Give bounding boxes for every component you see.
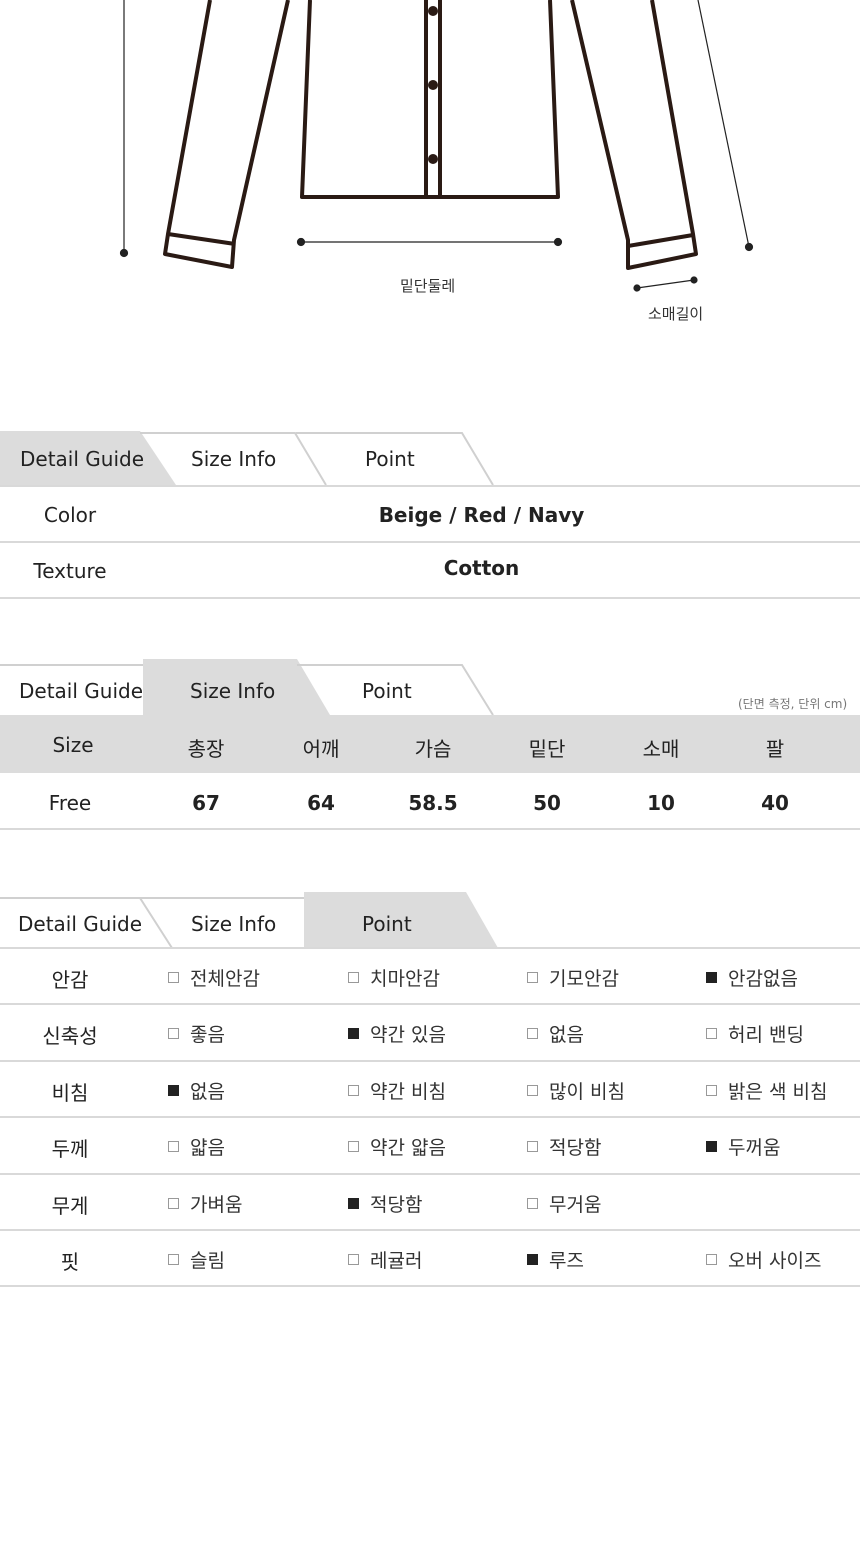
checked-box-icon [706,1141,717,1153]
point-option-label: 약간 비침 [370,1080,446,1103]
point-row-label: 무게 [51,1193,89,1218]
divider [0,947,860,949]
unchecked-box-icon [706,1028,717,1040]
unchecked-box-icon [348,972,359,983]
size-header-cell: 총장 [187,737,225,761]
tabbar-detail: Detail Guide Size Info Point [0,431,860,487]
point-option-label: 약간 얇음 [370,1137,446,1160]
point-option-label: 전체안감 [190,968,260,990]
size-value-cell: 58.5 [408,791,458,815]
point-option-label: 두꺼움 [728,1137,781,1160]
unchecked-box-icon [706,1254,717,1265]
point-option-label: 얇음 [190,1137,225,1160]
divider [0,1059,860,1062]
divider [0,541,860,543]
tab-detail-guide[interactable]: Detail Guide [20,447,144,471]
sleeve-length-label: 소매길이 [648,305,704,323]
divider [0,485,860,487]
unchecked-box-icon [168,1141,179,1153]
unchecked-box-icon [527,1028,538,1040]
point-option-label: 레귤러 [370,1250,423,1272]
tab-point[interactable]: Point [362,912,412,936]
point-option-label: 없음 [190,1080,225,1103]
divider [0,1172,860,1175]
size-value-cell: 50 [533,791,561,815]
point-option-label: 적당함 [549,1137,602,1160]
size-header-cell: 밑단 [528,737,566,761]
unchecked-box-icon [527,972,538,983]
tab-point[interactable]: Point [365,447,415,471]
size-value-cell: Free [48,791,92,815]
size-header-cell: Size [52,733,94,757]
checked-box-icon [706,972,717,983]
unchecked-box-icon [168,1028,179,1040]
size-value-cell: 40 [761,791,789,815]
point-option-label: 없음 [549,1024,584,1047]
size-value-cell: 10 [647,791,675,815]
tab-point[interactable]: Point [362,679,412,703]
size-value-cell: 64 [307,791,335,815]
unchecked-box-icon [527,1197,538,1209]
unchecked-box-icon [706,1084,717,1096]
size-header-cell: 가슴 [414,737,452,761]
point-option-label: 오버 사이즈 [728,1250,822,1272]
tab-size-info[interactable]: Size Info [190,679,275,703]
divider [0,1003,860,1006]
unchecked-box-icon [168,1197,179,1209]
divider [0,1285,860,1288]
tab-detail-guide[interactable]: Detail Guide [18,912,142,936]
measurement-note: (단면 측정, 단위 cm) [738,697,848,711]
unchecked-box-icon [348,1254,359,1265]
tab-size-info[interactable]: Size Info [191,447,276,471]
unchecked-box-icon [168,972,179,983]
point-row-label: 핏 [60,1250,80,1274]
checked-box-icon [527,1254,538,1265]
point-option-label: 가벼움 [190,1193,243,1216]
point-row-label: 신축성 [42,1024,98,1049]
point-option-label: 무거움 [549,1193,602,1216]
point-row-label: 안감 [51,968,89,992]
tabbar-point: Detail Guide Size Info Point [0,892,860,948]
divider [0,1229,860,1231]
divider [0,828,860,830]
garment-diagram: 밑단둘레 소매길이 [0,0,860,340]
size-header-cell: 어깨 [302,737,340,761]
point-option-label: 많이 비침 [549,1080,625,1103]
tab-detail-guide[interactable]: Detail Guide [19,679,143,703]
size-value-cell: 67 [192,791,220,815]
checked-box-icon [348,1197,359,1209]
point-option-label: 허리 밴딩 [728,1024,804,1047]
unchecked-box-icon [527,1141,538,1153]
unchecked-box-icon [168,1254,179,1265]
detail-value-texture: Cotton [443,556,520,580]
hem-circumference-label: 밑단둘레 [400,277,456,295]
tabbar-size: Detail Guide Size Info Point [0,659,860,715]
point-option-label: 기모안감 [549,968,619,990]
unchecked-box-icon [527,1084,538,1096]
point-option-label: 슬림 [190,1250,225,1272]
point-option-label: 약간 있음 [370,1024,446,1047]
checked-box-icon [348,1028,359,1040]
point-option-label: 좋음 [190,1024,225,1047]
unchecked-box-icon [348,1084,359,1096]
point-option-label: 치마안감 [370,968,440,990]
point-option-label: 안감없음 [728,968,798,990]
point-option-label: 적당함 [370,1193,423,1216]
size-header-cell: 팔 [765,737,785,761]
detail-label-color: Color [43,503,97,527]
tab-size-info[interactable]: Size Info [191,912,276,936]
detail-label-texture: Texture [33,559,107,583]
point-option-label: 밝은 색 비침 [728,1080,828,1103]
point-row-label: 두께 [51,1137,89,1162]
detail-value-color: Beige / Red / Navy [378,503,585,527]
point-row-label: 비침 [51,1080,89,1105]
point-option-label: 루즈 [549,1250,584,1272]
unchecked-box-icon [348,1141,359,1153]
size-header-cell: 소매 [642,737,680,761]
checked-box-icon [168,1084,179,1096]
divider [0,1116,860,1119]
divider [0,597,860,599]
